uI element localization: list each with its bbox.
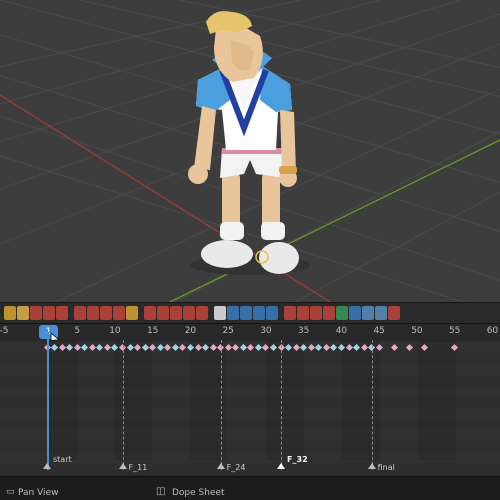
frame-band xyxy=(418,340,456,460)
marker-line xyxy=(281,340,283,470)
curve-icon[interactable] xyxy=(30,306,42,320)
marker-triangle[interactable] xyxy=(277,463,286,469)
marker-triangle[interactable] xyxy=(118,463,127,469)
refresh-icon[interactable] xyxy=(157,306,169,320)
ruler-tick-label: 60 xyxy=(486,326,499,336)
status-bar: ▭ Pan View ◫ Dope Sheet xyxy=(0,476,500,500)
ruler-tick-label: 10 xyxy=(109,326,121,336)
marker-triangle[interactable] xyxy=(43,463,51,469)
camera-icon[interactable] xyxy=(100,306,112,320)
status-pan-view: Pan View xyxy=(18,488,59,498)
box-icon[interactable] xyxy=(375,306,387,320)
marker-line xyxy=(220,340,223,470)
marker-triangle[interactable] xyxy=(216,463,225,469)
ruler-tick-label: 30 xyxy=(260,326,272,336)
ruler-tick-label: 55 xyxy=(448,326,461,336)
frame-icon[interactable] xyxy=(196,306,208,320)
3d-viewport[interactable] xyxy=(0,0,500,302)
record-icon[interactable] xyxy=(144,306,156,320)
marker-label: F_11 xyxy=(128,463,148,472)
arrow-icon[interactable] xyxy=(349,306,361,320)
mouse-left-icon: ▭ xyxy=(6,487,15,497)
frame-band xyxy=(342,340,380,460)
character-model[interactable] xyxy=(188,11,310,275)
refresh-icon[interactable] xyxy=(170,306,182,320)
ruler-tick-label: 45 xyxy=(373,326,385,336)
dope-sheet-toolbar xyxy=(0,302,500,324)
status-dope-sheet: Dope Sheet xyxy=(172,488,225,498)
box-icon[interactable] xyxy=(362,306,374,320)
lock-icon[interactable] xyxy=(4,306,16,320)
bug-icon[interactable] xyxy=(297,306,309,320)
ruler-tick-label: 35 xyxy=(297,326,310,336)
graph-icon[interactable] xyxy=(113,306,125,320)
ruler-tick-label: 15 xyxy=(146,326,159,336)
key-icon[interactable] xyxy=(17,306,29,320)
ruler-tick-label: 20 xyxy=(184,326,197,336)
channel-row[interactable] xyxy=(0,463,500,474)
frame-band xyxy=(114,340,152,460)
paste-icon[interactable] xyxy=(240,306,252,320)
copy-icon[interactable] xyxy=(227,306,239,320)
viewport-scene xyxy=(0,0,500,302)
marker-line xyxy=(371,340,374,470)
ruler-tick-label: 40 xyxy=(335,326,348,336)
app-root: -551015202530354045505560 1 startF_11F_2… xyxy=(0,0,500,500)
circle-icon[interactable] xyxy=(87,306,99,320)
frame-band xyxy=(47,340,78,460)
marker-label: F_24 xyxy=(226,463,246,472)
marker-line xyxy=(122,340,125,470)
dots-icon[interactable] xyxy=(310,306,322,320)
spark-icon[interactable] xyxy=(126,306,138,320)
frame-band xyxy=(266,340,304,460)
y-axis-line xyxy=(169,139,500,302)
x-icon[interactable] xyxy=(388,306,400,320)
bookmark-icon[interactable] xyxy=(214,306,226,320)
curve-icon[interactable] xyxy=(43,306,55,320)
refresh-icon[interactable] xyxy=(183,306,195,320)
doc-icon[interactable] xyxy=(266,306,278,320)
marker-label: start xyxy=(53,455,72,464)
grid-icon[interactable] xyxy=(284,306,296,320)
mouse-middle-icon: ◫ xyxy=(156,486,166,497)
link-icon[interactable] xyxy=(74,306,86,320)
wave-icon[interactable] xyxy=(56,306,68,320)
ruler-tick-label: -5 xyxy=(0,326,9,336)
frame-ruler[interactable]: -5 5 10 15 20 25 30 35 40 45 50 55 60 xyxy=(0,324,500,340)
marker-label: final xyxy=(377,463,395,472)
ruler-tick-label: 25 xyxy=(222,326,234,336)
marker-label: F_32 xyxy=(287,455,308,464)
playhead-line xyxy=(47,332,49,470)
marker-triangle[interactable] xyxy=(367,463,376,469)
sun-icon[interactable] xyxy=(323,306,335,320)
dope-sheet-channels[interactable] xyxy=(0,340,500,476)
ruler-tick-label: 50 xyxy=(411,326,423,336)
ruler-tick-label: 5 xyxy=(74,326,81,336)
globe-icon[interactable] xyxy=(336,306,348,320)
trash-icon[interactable] xyxy=(253,306,265,320)
